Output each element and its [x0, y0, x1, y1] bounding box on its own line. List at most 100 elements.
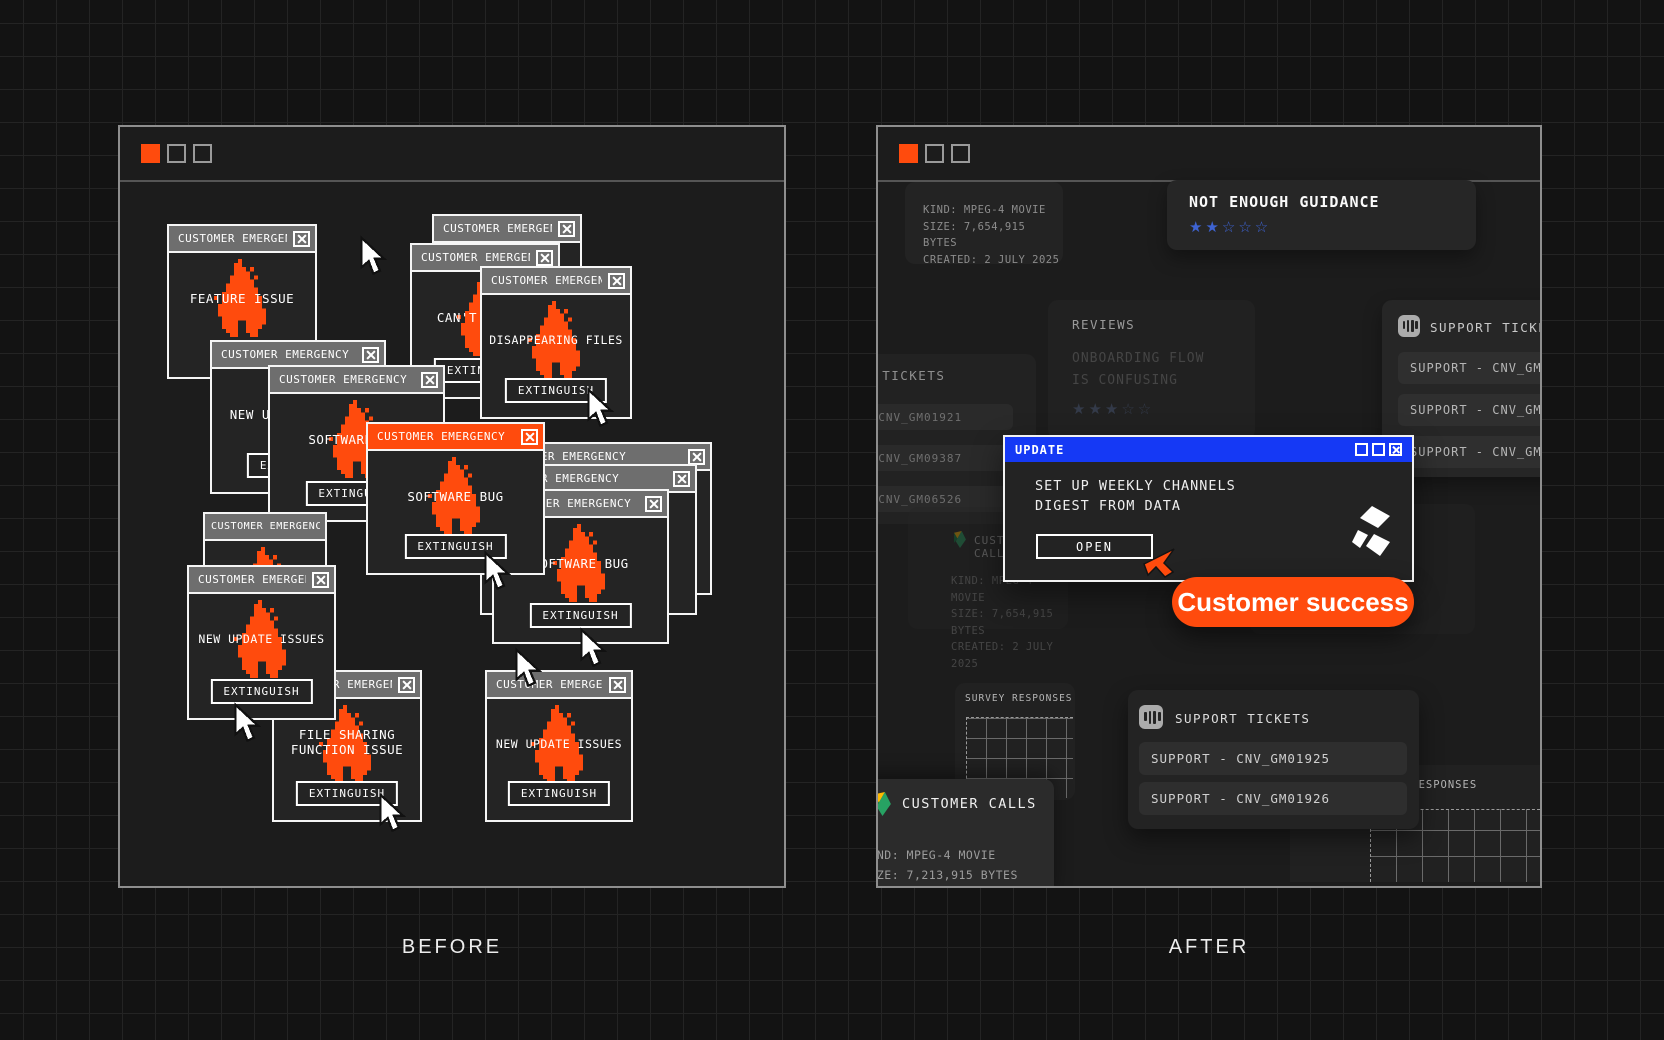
- window-titlebar[interactable]: CUSTOMER EMERGENCY: [205, 514, 325, 541]
- update-message: SET UP WEEKLY CHANNELSDIGEST FROM DATA: [1035, 476, 1236, 516]
- window-title: CUSTOMER EMERGENCY: [211, 521, 320, 532]
- window-body: NEW UPDATE ISSUES EXTINGUISH: [487, 699, 631, 818]
- close-icon[interactable]: [558, 221, 575, 237]
- card-title: SUPPORT TICKETS: [1175, 711, 1310, 726]
- close-icon[interactable]: [293, 231, 310, 247]
- ticket-row[interactable]: SUPPORT - CNV_GM01921: [1398, 352, 1542, 384]
- emergency-window-new-update-left[interactable]: CUSTOMER EMERGENCY NEW UPDATE ISSUES EXT…: [187, 565, 336, 720]
- dovetail-logo-icon: [1350, 504, 1394, 562]
- issue-text: SOFTWARE BUG: [368, 489, 543, 504]
- window-title: CUSTOMER EMERGENCY: [178, 232, 287, 245]
- window-control-close-icon[interactable]: [899, 144, 918, 163]
- customer-success-label[interactable]: Customer success: [1172, 577, 1414, 627]
- before-panel-header: [120, 127, 784, 182]
- window-control-maximize-icon[interactable]: [193, 144, 212, 163]
- window-titlebar[interactable]: CUSTOMER EMERGENCY: [487, 672, 631, 699]
- window-titlebar[interactable]: CUSTOMER EMERGENCY: [482, 268, 630, 295]
- card-title: SUPPORT TICKETS: [876, 368, 945, 383]
- review-line: ONBOARDING FLOW: [1072, 348, 1255, 370]
- extinguish-button[interactable]: EXTINGUISH: [210, 679, 312, 704]
- window-titlebar[interactable]: CUSTOMER EMERGENCY: [270, 367, 443, 394]
- meta-created: CREATED: 2 JULY 2025: [923, 252, 1063, 269]
- extinguish-button[interactable]: EXTINGUISH: [505, 378, 607, 403]
- window-title: CUSTOMER EMERGENCY: [221, 348, 349, 361]
- close-icon[interactable]: [398, 677, 415, 693]
- ticket-row[interactable]: SUPPORT - CNV_GM06526: [1398, 436, 1542, 468]
- window-body: DISAPPEARING FILES EXTINGUISH: [482, 295, 630, 415]
- extinguish-button[interactable]: EXTINGUISH: [508, 781, 610, 806]
- extinguish-button[interactable]: EXTINGUISH: [296, 781, 398, 806]
- intercom-icon: [1398, 315, 1420, 337]
- close-icon[interactable]: [609, 677, 626, 693]
- update-body: SET UP WEEKLY CHANNELSDIGEST FROM DATA O…: [1005, 462, 1412, 580]
- window-control-maximize-icon[interactable]: [951, 144, 970, 163]
- window-titlebar[interactable]: CUSTOMER EMERGENCY: [368, 424, 543, 451]
- minimize-icon[interactable]: [1355, 443, 1368, 456]
- drive-file-icon: [954, 531, 966, 548]
- window-title: CUSTOMER EMERGENCY: [443, 222, 552, 235]
- close-icon[interactable]: [421, 372, 438, 388]
- page: { "labels": { "before": "BEFORE", "after…: [0, 0, 1664, 1040]
- issue-text: FEATURE ISSUE: [169, 291, 315, 306]
- window-title: CUSTOMER EMERGENCY: [279, 373, 407, 386]
- open-button[interactable]: OPEN: [1036, 534, 1153, 559]
- window-titlebar[interactable]: CUSTOMER EMERGENCY: [189, 567, 334, 594]
- issue-text: DISAPPEARING FILES: [482, 333, 630, 348]
- drive-file-icon: [876, 792, 891, 816]
- extinguish-button[interactable]: EXTINGUISH: [404, 534, 506, 559]
- mouse-cursor-icon: [360, 235, 387, 277]
- emergency-window-disappearing-files[interactable]: CUSTOMER EMERGENCY DISAPPEARING FILES EX…: [480, 266, 632, 419]
- ticket-row[interactable]: SUPPORT - CNV_GM09387: [876, 445, 1013, 471]
- emergency-window-new-update-right[interactable]: CUSTOMER EMERGENCY NEW UPDATE ISSUES EXT…: [485, 670, 633, 822]
- ticket-row[interactable]: SUPPORT - CNV_GM01925: [1139, 742, 1407, 775]
- close-icon[interactable]: [536, 250, 553, 266]
- window-titlebar[interactable]: CUSTOMER EMERGENCY: [169, 226, 315, 253]
- update-window[interactable]: UPDATE SET UP WEEKLY CHANNELSDIGEST FROM…: [1003, 435, 1414, 582]
- reviews-card: REVIEWS ONBOARDING FLOW IS CONFUSING ★★★…: [1048, 300, 1255, 440]
- emergency-window-software-bug-active[interactable]: CUSTOMER EMERGENCY SOFTWARE BUG EXTINGUI…: [366, 422, 545, 575]
- close-icon[interactable]: [645, 496, 662, 512]
- customer-calls-card: CUSTOMER CALLS KIND: MPEG-4 MOVIE SIZE: …: [876, 779, 1054, 888]
- close-icon[interactable]: [608, 273, 625, 289]
- before-label: BEFORE: [118, 936, 786, 959]
- before-panel: CUSTOMER EMERGENCY FEATURE ISSUE CUSTOME…: [118, 125, 786, 888]
- ticket-row[interactable]: SUPPORT - CNV_GM01926: [1139, 782, 1407, 815]
- window-control-minimize-icon[interactable]: [925, 144, 944, 163]
- window-control-close-icon[interactable]: [141, 144, 160, 163]
- update-title: UPDATE: [1015, 443, 1064, 457]
- window-control-minimize-icon[interactable]: [167, 144, 186, 163]
- close-icon[interactable]: [362, 347, 379, 363]
- close-icon[interactable]: [1389, 443, 1402, 456]
- window-body: NEW UPDATE ISSUES EXTINGUISH: [189, 594, 334, 716]
- card-title: CUSTOMER CALLS: [902, 796, 1037, 812]
- window-titlebar[interactable]: CUSTOMER EMERGENCY: [434, 216, 580, 243]
- close-icon[interactable]: [521, 429, 538, 445]
- window-title: CUSTOMER EMERGENCY: [377, 430, 505, 443]
- star-rating: ★★☆☆☆: [1189, 218, 1476, 236]
- review-title: NOT ENOUGH GUIDANCE: [1189, 193, 1476, 211]
- meta-kind: KIND: MPEG-4 MOVIE: [923, 202, 1063, 219]
- after-label: AFTER: [876, 936, 1542, 959]
- close-icon[interactable]: [688, 449, 705, 465]
- ticket-row[interactable]: SUPPORT - CNV_GM09387: [1398, 394, 1542, 426]
- issue-text: FILE SHARINGFUNCTION ISSUE: [274, 727, 420, 757]
- after-panel: KIND: MPEG-4 MOVIE SIZE: 7,654,915 BYTES…: [876, 125, 1542, 888]
- close-icon[interactable]: [673, 471, 690, 487]
- window-title: CUSTOMER EMERGENCY: [491, 274, 602, 287]
- ticket-row[interactable]: SUPPORT - CNV_GM01921: [876, 404, 1013, 430]
- maximize-icon[interactable]: [1372, 443, 1385, 456]
- window-title: CUSTOMER EMERGENCY: [496, 678, 603, 691]
- star-rating-faded: ★★★☆☆: [1072, 400, 1255, 418]
- after-panel-header: [878, 127, 1540, 182]
- update-titlebar[interactable]: UPDATE: [1005, 437, 1412, 462]
- extinguish-button[interactable]: EXTINGUISH: [529, 603, 631, 628]
- issue-text: NEW UPDATE ISSUES: [189, 632, 334, 647]
- support-tickets-card: SUPPORT TICKETS SUPPORT - CNV_GM01925 SU…: [1128, 690, 1419, 829]
- review-line: IS CONFUSING: [1072, 370, 1255, 392]
- card-title: SURVEY RESPONSES: [965, 693, 1073, 704]
- file-metadata-card: KIND: MPEG-4 MOVIE SIZE: 7,654,915 BYTES…: [905, 182, 1063, 264]
- meta-size: SIZE: 7,213,915 BYTES: [876, 865, 1018, 885]
- meta-kind: KIND: MPEG-4 MOVIE: [876, 845, 1018, 865]
- close-icon[interactable]: [312, 572, 329, 588]
- window-body: SOFTWARE BUG EXTINGUISH: [368, 451, 543, 571]
